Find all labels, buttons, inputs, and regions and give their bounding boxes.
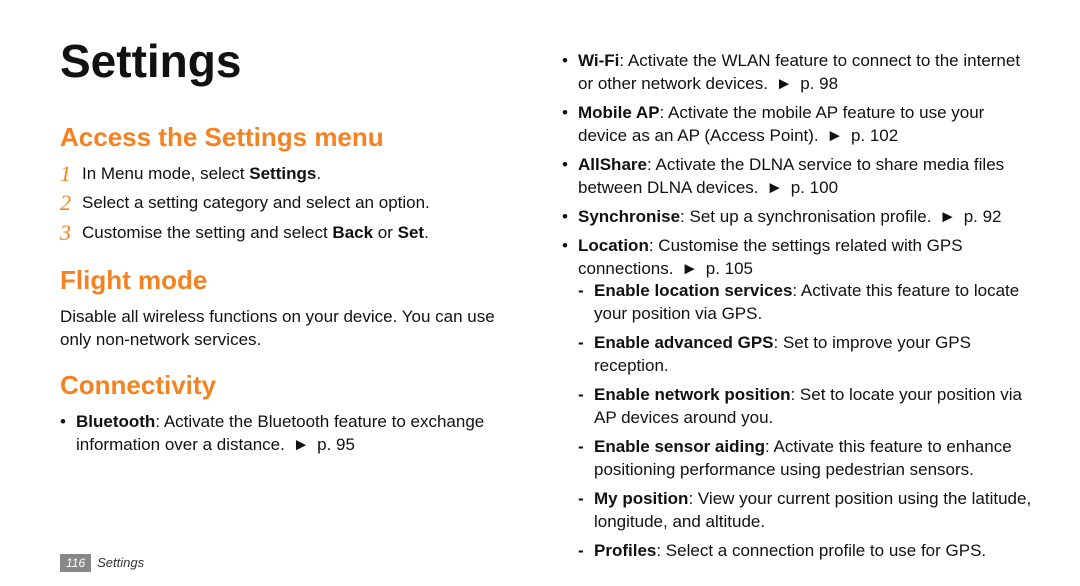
term: Profiles [594, 541, 656, 560]
page-ref: p. 100 [791, 178, 838, 197]
step-2: 2 Select a setting category and select a… [60, 192, 510, 215]
arrow-icon: ► [766, 178, 783, 197]
text: Customise the setting and select [82, 223, 332, 242]
text: In Menu mode, select [82, 164, 249, 183]
arrow-icon: ► [681, 259, 698, 278]
text: . [424, 223, 429, 242]
sub-enable-sensor-aiding: Enable sensor aiding: Activate this feat… [578, 436, 1034, 482]
heading-connectivity: Connectivity [60, 368, 510, 403]
item-mobile-ap: Mobile AP: Activate the mobile AP featur… [562, 102, 1034, 148]
sub-enable-network-position: Enable network position: Set to locate y… [578, 384, 1034, 430]
page-footer: 116 Settings [60, 554, 144, 572]
term: Bluetooth [76, 412, 155, 431]
bold-text: Back [332, 223, 373, 242]
page-ref: p. 102 [851, 126, 898, 145]
term: Enable network position [594, 385, 790, 404]
left-column: Settings Access the Settings menu 1 In M… [0, 0, 540, 578]
step-body: In Menu mode, select Settings. [82, 163, 510, 186]
term: Synchronise [578, 207, 680, 226]
step-number: 2 [60, 191, 82, 215]
item-synchronise: Synchronise: Set up a synchronisation pr… [562, 206, 1034, 229]
sub-profiles: Profiles: Select a connection profile to… [578, 540, 1034, 563]
footer-section: Settings [97, 555, 144, 570]
arrow-icon: ► [826, 126, 843, 145]
sub-enable-advanced-gps: Enable advanced GPS: Set to improve your… [578, 332, 1034, 378]
step-number: 1 [60, 162, 82, 186]
item-wifi: Wi-Fi: Activate the WLAN feature to conn… [562, 50, 1034, 96]
item-allshare: AllShare: Activate the DLNA service to s… [562, 154, 1034, 200]
item-location: Location: Customise the settings related… [562, 235, 1034, 563]
page-ref: p. 95 [317, 435, 355, 454]
heading-flight-mode: Flight mode [60, 263, 510, 298]
step-3: 3 Customise the setting and select Back … [60, 222, 510, 245]
sub-enable-location-services: Enable location services: Activate this … [578, 280, 1034, 326]
page-title: Settings [60, 30, 510, 92]
bold-text: Set [398, 223, 424, 242]
page-number: 116 [60, 554, 91, 572]
term: Enable location services [594, 281, 792, 300]
text: or [373, 223, 398, 242]
term: AllShare [578, 155, 647, 174]
connectivity-list-cont: Wi-Fi: Activate the WLAN feature to conn… [562, 50, 1034, 563]
term: Enable sensor aiding [594, 437, 765, 456]
location-sublist: Enable location services: Activate this … [578, 280, 1034, 562]
desc: : Select a connection profile to use for… [656, 541, 986, 560]
heading-access-settings: Access the Settings menu [60, 120, 510, 155]
page-ref: p. 105 [706, 259, 753, 278]
term: Enable advanced GPS [594, 333, 774, 352]
access-steps: 1 In Menu mode, select Settings. 2 Selec… [60, 163, 510, 245]
connectivity-list: Bluetooth: Activate the Bluetooth featur… [60, 411, 510, 457]
step-body: Select a setting category and select an … [82, 192, 510, 215]
arrow-icon: ► [293, 435, 310, 454]
step-body: Customise the setting and select Back or… [82, 222, 510, 245]
right-column: Wi-Fi: Activate the WLAN feature to conn… [540, 0, 1080, 578]
manual-page: Settings Access the Settings menu 1 In M… [0, 0, 1080, 586]
term: Location [578, 236, 649, 255]
step-number: 3 [60, 221, 82, 245]
flight-mode-body: Disable all wireless functions on your d… [60, 306, 510, 352]
arrow-icon: ► [939, 207, 956, 226]
term: My position [594, 489, 688, 508]
page-ref: p. 98 [800, 74, 838, 93]
term: Wi-Fi [578, 51, 619, 70]
step-1: 1 In Menu mode, select Settings. [60, 163, 510, 186]
item-bluetooth: Bluetooth: Activate the Bluetooth featur… [60, 411, 510, 457]
text: . [316, 164, 321, 183]
arrow-icon: ► [776, 74, 793, 93]
bold-text: Settings [249, 164, 316, 183]
term: Mobile AP [578, 103, 660, 122]
sub-my-position: My position: View your current position … [578, 488, 1034, 534]
desc: : Set up a synchronisation profile. [680, 207, 936, 226]
page-ref: p. 92 [964, 207, 1002, 226]
